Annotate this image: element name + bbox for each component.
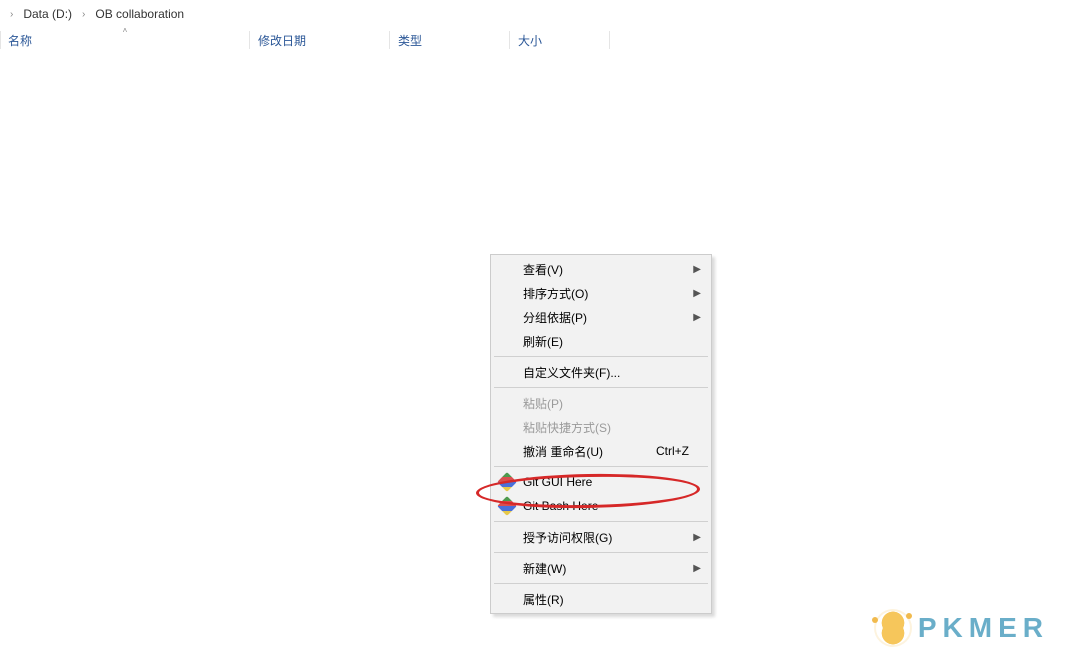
git-icon xyxy=(499,474,515,490)
context-menu: 查看(V) ▶ 排序方式(O) ▶ 分组依据(P) ▶ 刷新(E) 自定义文件夹… xyxy=(490,254,712,614)
menu-separator xyxy=(494,583,708,584)
chevron-right-icon: ▶ xyxy=(693,563,701,574)
menu-label: 查看(V) xyxy=(523,261,689,278)
column-label: 大小 xyxy=(518,32,542,49)
menu-git-gui[interactable]: Git GUI Here xyxy=(493,470,709,494)
chevron-right-icon: › xyxy=(82,9,85,20)
column-name[interactable]: 名称 ˄ xyxy=(0,28,250,52)
git-icon xyxy=(499,498,515,514)
breadcrumb[interactable]: › Data (D:) › OB collaboration xyxy=(0,0,1067,28)
menu-refresh[interactable]: 刷新(E) xyxy=(493,329,709,353)
menu-sort[interactable]: 排序方式(O) ▶ xyxy=(493,281,709,305)
watermark: PKMER xyxy=(876,611,1049,645)
chevron-right-icon: ▶ xyxy=(693,312,701,323)
menu-undo-rename[interactable]: 撤消 重命名(U) Ctrl+Z xyxy=(493,439,709,463)
menu-new[interactable]: 新建(W) ▶ xyxy=(493,556,709,580)
column-type[interactable]: 类型 xyxy=(390,28,510,52)
menu-paste: 粘贴(P) xyxy=(493,391,709,415)
menu-label: 新建(W) xyxy=(523,560,689,577)
menu-properties[interactable]: 属性(R) xyxy=(493,587,709,611)
menu-separator xyxy=(494,521,708,522)
column-label: 修改日期 xyxy=(258,32,306,49)
column-label: 名称 xyxy=(8,32,32,49)
chevron-right-icon: ▶ xyxy=(693,264,701,275)
menu-label: 排序方式(O) xyxy=(523,285,689,302)
menu-label: 粘贴(P) xyxy=(523,395,689,412)
menu-separator xyxy=(494,552,708,553)
column-headers: 名称 ˄ 修改日期 类型 大小 xyxy=(0,28,1067,52)
menu-label: Git GUI Here xyxy=(523,475,689,489)
menu-view[interactable]: 查看(V) ▶ xyxy=(493,257,709,281)
chevron-right-icon: › xyxy=(10,9,13,20)
column-date[interactable]: 修改日期 xyxy=(250,28,390,52)
breadcrumb-item[interactable]: OB collaboration xyxy=(91,5,188,23)
menu-separator xyxy=(494,356,708,357)
menu-group[interactable]: 分组依据(P) ▶ xyxy=(493,305,709,329)
menu-custom-folder[interactable]: 自定义文件夹(F)... xyxy=(493,360,709,384)
menu-paste-shortcut: 粘贴快捷方式(S) xyxy=(493,415,709,439)
breadcrumb-item[interactable]: Data (D:) xyxy=(19,5,76,23)
menu-label: 撤消 重命名(U) xyxy=(523,443,656,460)
sort-ascending-icon: ˄ xyxy=(123,26,128,35)
menu-label: 刷新(E) xyxy=(523,333,689,350)
chevron-right-icon: ▶ xyxy=(693,532,701,543)
menu-label: 分组依据(P) xyxy=(523,309,689,326)
column-size[interactable]: 大小 xyxy=(510,28,610,52)
menu-shortcut: Ctrl+Z xyxy=(656,444,689,458)
menu-label: Git Bash Here xyxy=(523,499,689,513)
menu-grant-access[interactable]: 授予访问权限(G) ▶ xyxy=(493,525,709,549)
menu-git-bash[interactable]: Git Bash Here xyxy=(493,494,709,518)
menu-label: 授予访问权限(G) xyxy=(523,529,689,546)
menu-separator xyxy=(494,466,708,467)
menu-label: 自定义文件夹(F)... xyxy=(523,364,689,381)
menu-label: 属性(R) xyxy=(523,591,689,608)
pkmer-logo-icon xyxy=(876,611,910,645)
menu-separator xyxy=(494,387,708,388)
watermark-text: PKMER xyxy=(918,612,1049,644)
column-label: 类型 xyxy=(398,32,422,49)
chevron-right-icon: ▶ xyxy=(693,288,701,299)
menu-label: 粘贴快捷方式(S) xyxy=(523,419,689,436)
